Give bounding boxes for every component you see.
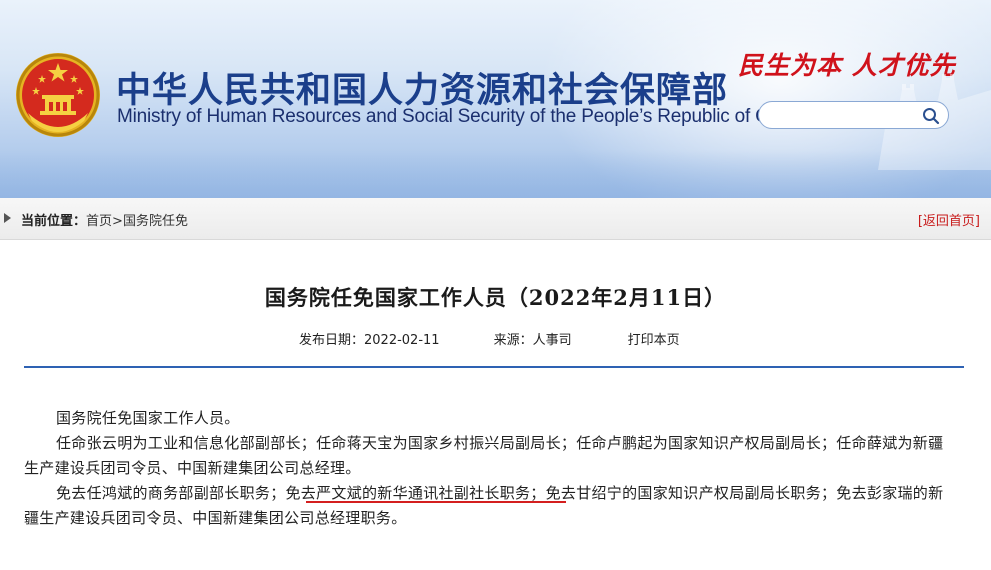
article-title: 国务院任免国家工作人员（2022年2月11日）	[264, 285, 727, 310]
triangle-right-icon	[4, 213, 11, 223]
site-title-en: Ministry of Human Resources and Social S…	[117, 106, 804, 127]
article-paragraph: 国务院任免国家工作人员。	[56, 409, 240, 427]
search-icon[interactable]	[922, 107, 940, 125]
search-box[interactable]	[758, 101, 949, 129]
search-input[interactable]	[769, 106, 919, 124]
breadcrumb-home-link[interactable]: 首页	[86, 214, 112, 229]
article-body: 国务院任免国家工作人员。 任命张云明为工业和信息化部副部长；任命蒋天宝为国家乡村…	[24, 406, 954, 531]
back-home-link[interactable]: [返回首页]	[918, 210, 980, 229]
publish-date: 发布日期：2022-02-11	[299, 333, 440, 348]
national-emblem-icon	[16, 53, 100, 137]
article-source: 来源：人事司	[493, 333, 572, 348]
title-divider	[24, 366, 964, 368]
article-paragraph: 免去任鸿斌的商务部副部长职务；免去严文斌的新华通讯社副社长职务；免去甘绍宁的国家…	[24, 484, 944, 527]
breadcrumb-current-link[interactable]: 国务院任免	[123, 214, 188, 229]
banner-haze	[0, 150, 991, 198]
breadcrumb-bar: 当前位置：首页>国务院任免 [返回首页]	[0, 198, 991, 240]
article-meta: 发布日期：2022-02-11 来源：人事司 打印本页	[299, 329, 680, 348]
article-paragraph: 任命张云明为工业和信息化部副部长；任命蒋天宝为国家乡村振兴局副局长；任命卢鹏起为…	[24, 434, 944, 477]
header-banner: 中华人民共和国人力资源和社会保障部 Ministry of Human Reso…	[0, 0, 991, 198]
breadcrumb-separator: >	[112, 214, 123, 229]
breadcrumb-label: 当前位置：	[21, 214, 87, 229]
print-page-link[interactable]: 打印本页	[628, 329, 680, 348]
breadcrumb: 当前位置：首页>国务院任免	[21, 210, 188, 229]
red-underline-annotation	[306, 501, 566, 503]
